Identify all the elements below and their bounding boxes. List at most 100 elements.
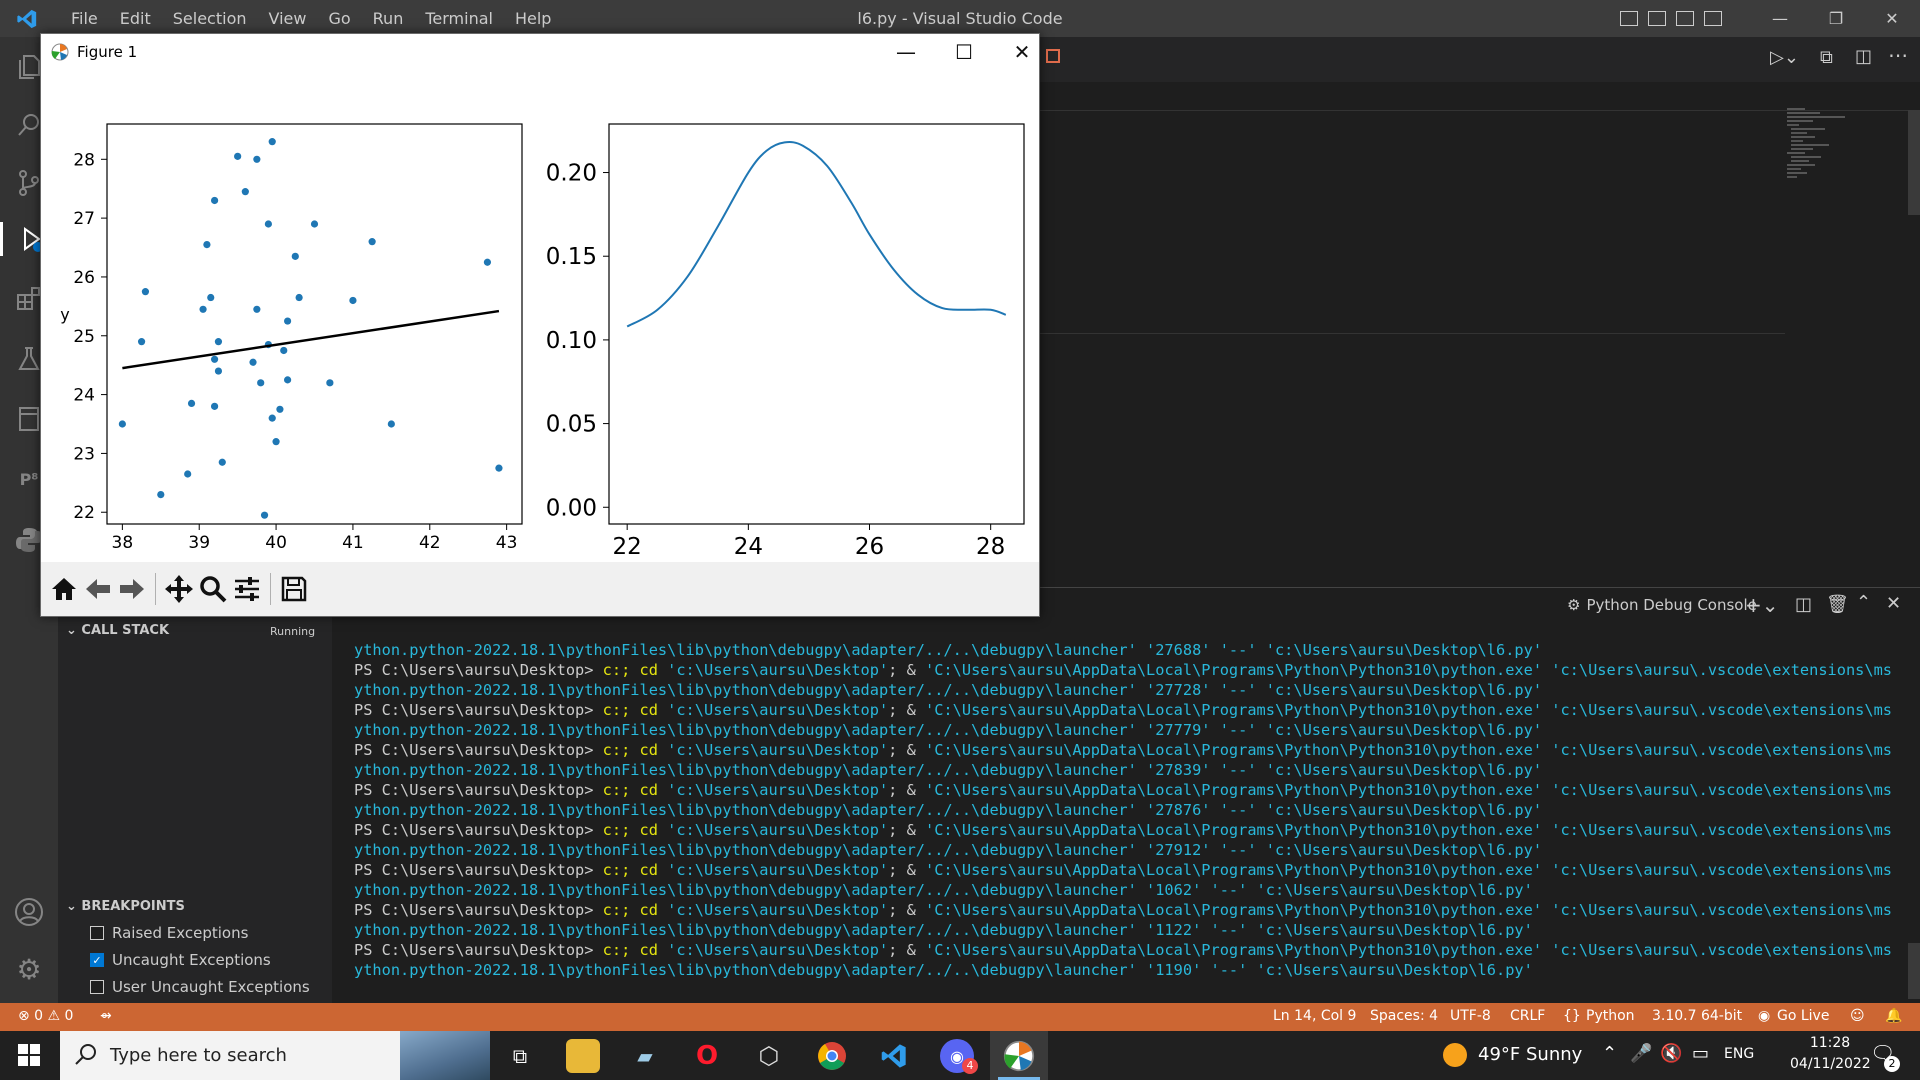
figure-close-button[interactable]: ✕ — [993, 34, 1051, 70]
scatter-point — [207, 293, 215, 302]
run-file-icon[interactable]: ▷⌄ — [1770, 47, 1799, 68]
close-panel-icon[interactable]: ✕ — [1886, 593, 1901, 614]
divider — [1040, 333, 1785, 334]
minimize-window-button[interactable]: — — [1752, 9, 1808, 28]
menu-go[interactable]: Go — [317, 9, 361, 28]
scatter-point — [253, 305, 261, 313]
terminal-line: PS C:\Users\aursu\Desktop> c:; cd 'c:\Us… — [354, 781, 1894, 799]
customize-layout-icon[interactable] — [1704, 11, 1722, 26]
chrome-icon[interactable] — [815, 1039, 849, 1073]
speaker-muted-icon[interactable]: 🔇 — [1660, 1043, 1682, 1064]
windows-taskbar: Type here to search ⧉ ▰ O ⬡ ◉ 4 49°F Sun… — [0, 1031, 1920, 1080]
home-icon[interactable] — [47, 572, 81, 606]
breakpoint-raised-exceptions[interactable]: Raised Exceptions — [90, 924, 248, 942]
scatter-point — [310, 220, 319, 228]
go-live-button[interactable]: Go Live — [1777, 1008, 1829, 1024]
open-preview-icon[interactable]: ⧉ — [1820, 47, 1833, 68]
x-tick-label: 26 — [855, 534, 884, 560]
y-tick-label: 0.15 — [546, 244, 597, 270]
notifications-bell-icon[interactable]: 🔔 — [1885, 1008, 1902, 1024]
menu-view[interactable]: View — [258, 9, 318, 28]
menu-file[interactable]: File — [60, 9, 109, 28]
menu-terminal[interactable]: Terminal — [414, 9, 504, 28]
debug-status-icon[interactable]: ⇴ — [100, 1008, 112, 1024]
back-arrow-icon[interactable] — [81, 572, 115, 606]
scatter-point — [210, 402, 219, 410]
toggle-secondary-sidebar-icon[interactable] — [1676, 11, 1694, 26]
microphone-icon[interactable]: 🎤 — [1630, 1043, 1652, 1064]
close-window-button[interactable]: ✕ — [1864, 9, 1920, 28]
x-tick-label: 22 — [613, 534, 642, 560]
editor-scrollbar[interactable] — [1908, 110, 1920, 215]
feedback-icon[interactable]: ☺ — [1850, 1008, 1865, 1024]
task-view-icon[interactable]: ⧉ — [503, 1039, 537, 1073]
breakpoint-uncaught-exceptions[interactable]: ✓ Uncaught Exceptions — [90, 951, 271, 969]
checkbox[interactable] — [90, 926, 104, 940]
new-terminal-icon[interactable]: +⌄ — [1745, 593, 1779, 617]
indentation[interactable]: Spaces: 4 — [1370, 1008, 1438, 1024]
toggle-sidebar-icon[interactable] — [1620, 11, 1638, 26]
minimap[interactable] — [1785, 105, 1855, 185]
plot-canvas[interactable]: 38394041424322232425262728 x y 222426280… — [41, 70, 1039, 586]
breakpoints-header[interactable]: ⌄ BREAKPOINTS — [66, 899, 185, 914]
kill-terminal-icon[interactable]: 🗑 — [1826, 594, 1849, 615]
breakpoint-user-uncaught-exceptions[interactable]: User Uncaught Exceptions — [90, 978, 310, 996]
language-mode[interactable]: Python — [1586, 1008, 1635, 1024]
toggle-panel-icon[interactable] — [1648, 11, 1666, 26]
discord-badge: 4 — [962, 1058, 978, 1074]
python-interpreter[interactable]: 3.10.7 64-bit — [1652, 1008, 1742, 1024]
menu-selection[interactable]: Selection — [162, 9, 258, 28]
matplotlib-taskbar-button[interactable] — [990, 1031, 1048, 1080]
cursor-position[interactable]: Ln 14, Col 9 — [1273, 1008, 1356, 1024]
split-terminal-icon[interactable]: ◫ — [1795, 594, 1812, 615]
accounts-icon[interactable] — [12, 895, 46, 929]
clock-time[interactable]: 11:28 — [1790, 1035, 1870, 1051]
language-braces-icon[interactable]: {} — [1563, 1008, 1581, 1024]
problems-indicator[interactable]: ⊗ 0 ⚠ 0 — [18, 1008, 73, 1024]
zoom-icon[interactable] — [196, 572, 230, 606]
split-editor-icon[interactable]: ◫ — [1855, 46, 1872, 67]
scatter-point — [214, 338, 223, 346]
figure-title-bar: Figure 1 — ☐ ✕ — [41, 34, 1039, 70]
battery-icon[interactable]: ▭ — [1692, 1043, 1709, 1064]
restore-window-button[interactable]: ❐ — [1808, 9, 1864, 28]
terminal-output[interactable]: ython.python-2022.18.1\pythonFiles\lib\p… — [354, 640, 1894, 980]
line-ending[interactable]: CRLF — [1510, 1008, 1545, 1024]
clock-date[interactable]: 04/11/2022 — [1790, 1056, 1871, 1072]
checkbox-checked[interactable]: ✓ — [90, 953, 104, 967]
opera-icon[interactable]: O — [690, 1039, 724, 1073]
scatter-point — [249, 358, 257, 366]
y-tick-label: 24 — [73, 386, 95, 406]
call-stack-header[interactable]: ⌄ CALL STACK — [66, 623, 169, 638]
more-actions-icon[interactable]: ⋯ — [1888, 43, 1908, 67]
settings-gear-icon[interactable]: ⚙ — [12, 952, 46, 986]
checkbox[interactable] — [90, 980, 104, 994]
menu-run[interactable]: Run — [362, 9, 415, 28]
figure-minimize-button[interactable]: — — [877, 34, 935, 70]
scatter-point — [276, 405, 284, 413]
call-stack-label: CALL STACK — [81, 623, 170, 638]
file-explorer-icon[interactable] — [566, 1039, 600, 1073]
menu-help[interactable]: Help — [504, 9, 562, 28]
vscode-taskbar-icon[interactable] — [877, 1039, 911, 1073]
weather-text[interactable]: 49°F Sunny — [1478, 1044, 1582, 1065]
configure-subplots-icon[interactable] — [230, 572, 264, 606]
terminal-selector[interactable]: ⚙ Python Debug Console — [1567, 596, 1757, 614]
save-figure-icon[interactable] — [277, 572, 311, 606]
figure-maximize-button[interactable]: ☐ — [935, 34, 993, 70]
debug-side-panel: ⌄ CALL STACK Running ⌄ BREAKPOINTS Raise… — [58, 617, 332, 1003]
taskbar-search-box[interactable]: Type here to search — [60, 1031, 490, 1080]
input-language[interactable]: ENG — [1724, 1046, 1754, 1062]
encoding[interactable]: UTF-8 — [1450, 1008, 1491, 1024]
notepad-icon[interactable]: ▰ — [628, 1039, 662, 1073]
pan-icon[interactable] — [162, 572, 196, 606]
forward-arrow-icon[interactable] — [115, 572, 149, 606]
windows-start-icon[interactable] — [18, 1044, 40, 1070]
menu-edit[interactable]: Edit — [109, 9, 162, 28]
maximize-panel-icon[interactable]: ⌃ — [1856, 592, 1871, 613]
scatter-point — [210, 196, 219, 205]
scatter-point — [264, 220, 272, 228]
show-hidden-icons[interactable]: ⌃ — [1602, 1043, 1617, 1064]
terminal-scrollbar[interactable] — [1908, 943, 1920, 999]
virtualbox-icon[interactable]: ⬡ — [752, 1039, 786, 1073]
